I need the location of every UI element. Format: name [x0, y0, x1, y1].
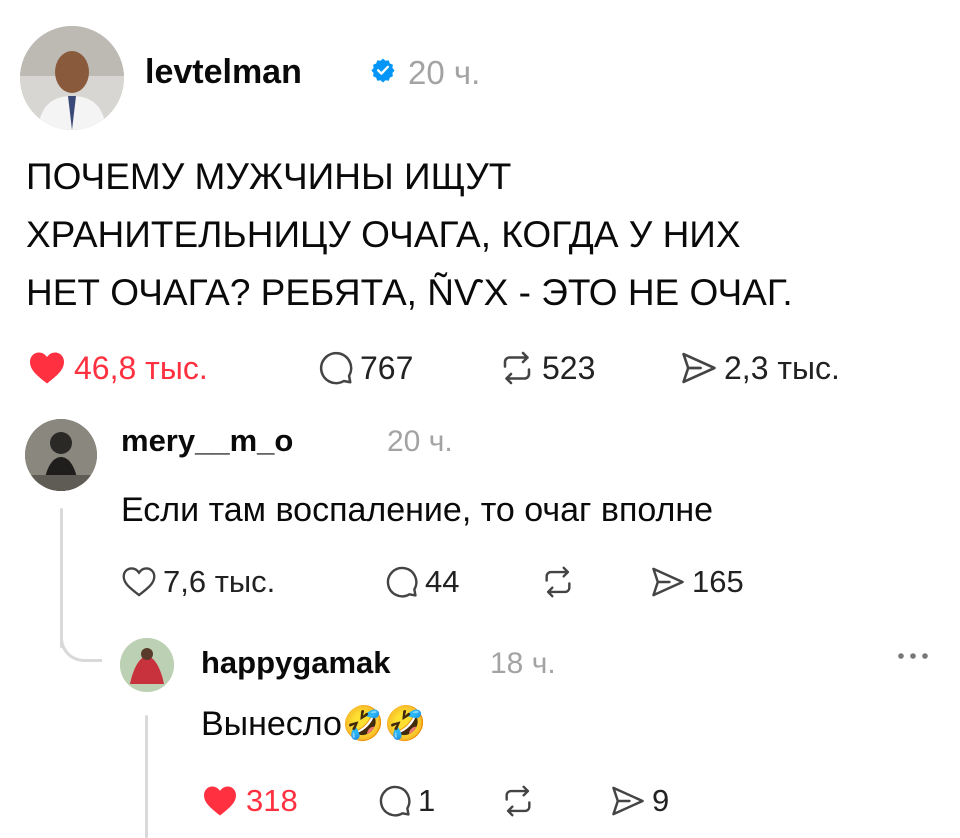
reply2-like-count: 318 — [246, 783, 298, 818]
post-like-button[interactable]: 46,8 тыс. — [28, 348, 208, 388]
reply1-like-button[interactable]: 7,6 тыс. — [121, 562, 275, 602]
reply2-text-row: Вынесло 🤣🤣 — [201, 702, 427, 746]
reply1-share-count: 165 — [692, 564, 744, 599]
reply1-avatar[interactable] — [25, 419, 97, 491]
post-text-line-1: ПОЧЕМУ МУЖЧИНЫ ИЩУТ — [26, 156, 512, 197]
reply2-text: Вынесло — [201, 705, 342, 743]
post-time: 20 ч. — [408, 54, 481, 91]
reply2-comment-count: 1 — [418, 783, 436, 818]
reply2-emoji: 🤣🤣 — [341, 705, 427, 743]
post-text-line-2: ХРАНИТЕЛЬНИЦУ ОЧАГА, КОГДА У НИХ — [26, 214, 741, 255]
post-comment-count: 767 — [360, 349, 414, 386]
post-text-line-3: НЕТ ОЧАГА? РЕБЯТА, ÑѴX - ЭТО НЕ ОЧАГ. — [26, 272, 793, 313]
thread-connector — [60, 612, 102, 662]
repost-icon — [503, 351, 531, 385]
post-like-count: 46,8 тыс. — [74, 349, 208, 386]
reply1-text: Если там воспаление, то очаг вполне — [121, 491, 714, 529]
more-icon[interactable] — [893, 644, 933, 668]
repost-icon — [545, 566, 571, 598]
reply1-time: 20 ч. — [387, 425, 453, 458]
reply1-username[interactable]: mery__m_o — [121, 422, 293, 460]
heart-icon — [122, 567, 156, 597]
post-repost-count: 523 — [542, 349, 596, 386]
reply1-comment-button[interactable]: 44 — [385, 562, 459, 602]
reply1-share-button[interactable]: 165 — [650, 562, 744, 602]
reply2-share-button[interactable]: 9 — [610, 781, 669, 821]
comment-icon — [386, 566, 418, 598]
reply2-share-count: 9 — [652, 783, 670, 818]
reply2-like-button[interactable]: 318 — [202, 781, 298, 821]
post-share-count: 2,3 тыс. — [724, 349, 840, 386]
post-repost-button[interactable]: 523 — [498, 348, 595, 388]
heart-icon — [204, 786, 236, 816]
heart-icon — [30, 352, 64, 384]
verified-icon — [370, 57, 396, 83]
reply1-repost-button[interactable] — [540, 562, 576, 602]
post-share-button[interactable]: 2,3 тыс. — [680, 348, 840, 388]
share-icon — [612, 786, 644, 816]
reply1-like-count: 7,6 тыс. — [163, 564, 276, 599]
reply2-time: 18 ч. — [490, 647, 556, 680]
comment-icon — [379, 785, 411, 817]
comment-icon — [319, 351, 353, 385]
thread-line-2 — [145, 715, 148, 838]
reply2-avatar[interactable] — [120, 638, 174, 692]
post-comment-button[interactable]: 767 — [318, 348, 413, 388]
reply2-comment-button[interactable]: 1 — [378, 781, 435, 821]
reply1-comment-count: 44 — [425, 564, 460, 599]
post-username[interactable]: levtelman — [145, 52, 302, 92]
reply2-username[interactable]: happygamak — [201, 644, 391, 682]
reply2-repost-button[interactable] — [500, 781, 536, 821]
share-icon — [652, 567, 684, 597]
post-avatar[interactable] — [20, 26, 124, 130]
repost-icon — [505, 785, 531, 817]
share-icon — [682, 352, 716, 384]
